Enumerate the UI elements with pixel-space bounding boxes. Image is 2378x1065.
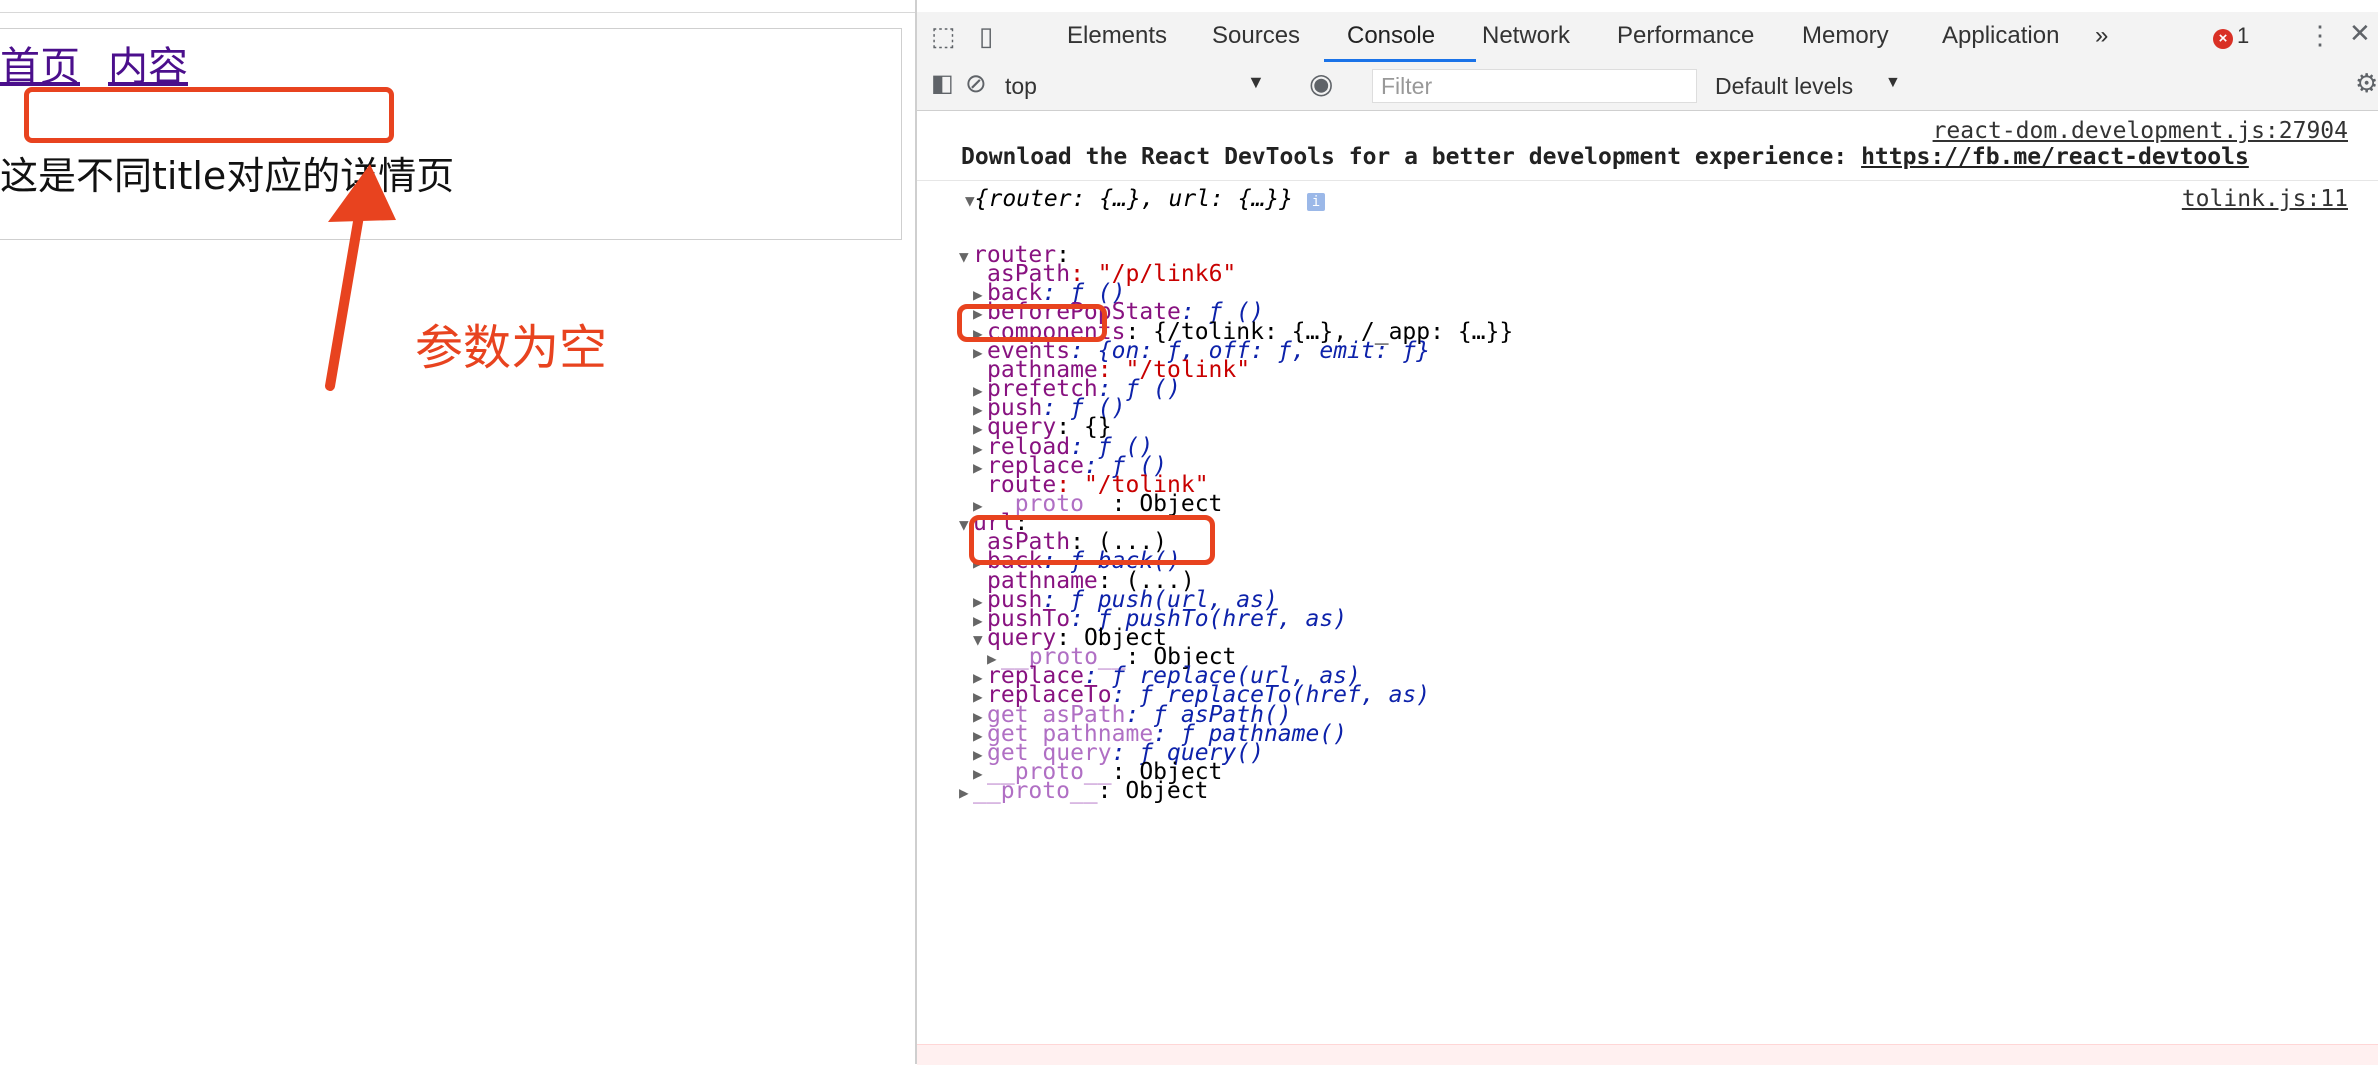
expand-down-icon: ▼ (973, 630, 983, 649)
info-icon: i (1307, 193, 1325, 211)
error-count: 1 (2237, 23, 2250, 48)
device-toolbar-icon[interactable]: ▯ (979, 21, 993, 52)
react-devtools-link[interactable]: https://fb.me/react-devtools (1861, 144, 2249, 170)
log-source-link[interactable]: tolink.js:11 (2182, 186, 2348, 212)
error-message-strip (917, 1044, 2378, 1065)
empty-param-highlight (24, 87, 394, 143)
levels-chevron-icon: ▼ (1885, 74, 1901, 91)
url-query-highlight (969, 515, 1215, 565)
log-summary[interactable]: ▼{router: {…}, url: {…}} i (965, 186, 1325, 212)
react-message-text: Download the React DevTools for a better… (961, 144, 1862, 170)
error-badge[interactable]: × 1 (2213, 23, 2249, 49)
tab-memory[interactable]: Memory (1802, 22, 1889, 50)
tab-elements[interactable]: Elements (1067, 22, 1167, 50)
expand-down-icon: ▼ (959, 247, 969, 266)
chevron-down-icon[interactable]: ▼ (1247, 72, 1265, 93)
gear-icon[interactable]: ⚙ (2355, 68, 2378, 99)
more-tabs-button[interactable]: » (2095, 22, 2108, 50)
eye-icon[interactable]: ◉ (1309, 67, 1333, 100)
tab-network[interactable]: Network (1482, 22, 1570, 50)
error-icon: × (2213, 29, 2233, 49)
levels-dropdown[interactable]: Default levels (1715, 73, 1853, 100)
console-toolbar: ◧ ⊘ top ▼ ◉ Filter Default levels ▼ ⚙ (917, 62, 2378, 111)
devtools-tabbar: ⬚ ▯ Elements Sources Console Network Per… (917, 12, 2378, 63)
tree-value: : Object (1097, 778, 1209, 805)
context-selector[interactable]: top (1005, 73, 1037, 100)
tab-console[interactable]: Console (1347, 22, 1435, 50)
sidebar-toggle-icon[interactable]: ◧ (931, 69, 954, 98)
message-divider (917, 180, 2378, 181)
devtools-panel: ⬚ ▯ Elements Sources Console Network Per… (915, 0, 2378, 1065)
log-summary-text: {router: {…}, url: {…}} (974, 186, 1294, 212)
router-query-highlight (957, 304, 1107, 342)
nav-link-content[interactable]: 内容 (108, 44, 188, 90)
arrow-annotation (325, 164, 396, 391)
tab-performance[interactable]: Performance (1617, 22, 1754, 50)
tree-row[interactable]: ▶ __proto__: Object (959, 778, 1208, 804)
tree-key: __proto__ (973, 778, 1098, 805)
filter-input[interactable]: Filter (1372, 69, 1697, 103)
expand-down-icon: ▼ (965, 191, 975, 210)
close-icon[interactable]: ✕ (2349, 18, 2371, 49)
more-options-icon[interactable]: ⋮ (2307, 20, 2333, 51)
clear-console-icon[interactable]: ⊘ (965, 68, 987, 99)
page-top-border (0, 12, 915, 13)
tree-value: : Object (1111, 490, 1223, 517)
nav-link-home[interactable]: 首页 (0, 44, 80, 90)
tab-application[interactable]: Application (1942, 22, 2059, 50)
console-output: react-dom.development.js:27904 Download … (917, 112, 2378, 1064)
react-devtools-message: Download the React DevTools for a better… (961, 144, 2249, 170)
annotation-text: 参数为空 (415, 320, 608, 376)
inspect-element-icon[interactable]: ⬚ (931, 21, 956, 52)
tab-sources[interactable]: Sources (1212, 22, 1300, 50)
react-source-link[interactable]: react-dom.development.js:27904 (1933, 118, 2348, 144)
expand-right-icon: ▶ (959, 783, 969, 803)
page-nav: 首页 内容 (0, 34, 216, 92)
